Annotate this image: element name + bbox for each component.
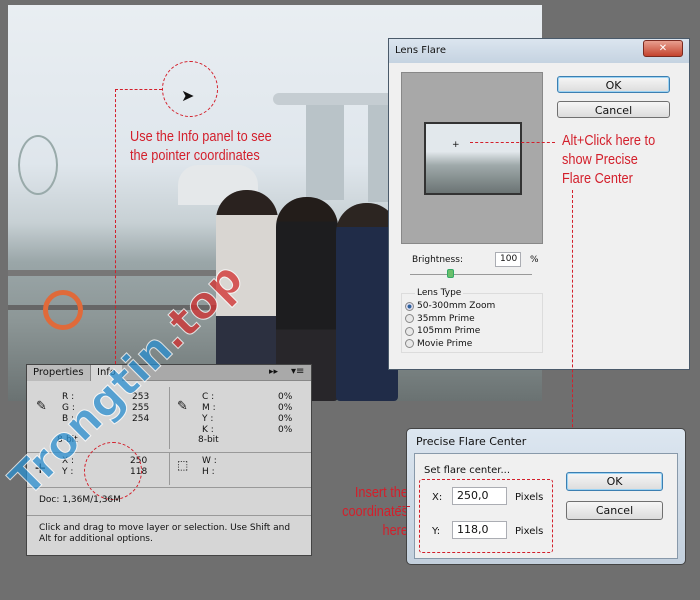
brightness-unit: % <box>530 255 539 265</box>
brightness-input[interactable]: 100 <box>495 252 521 267</box>
alt-click-leader-h <box>470 142 555 143</box>
insert-leader-line <box>398 506 410 507</box>
cmyk-labels: C :M :Y :K : <box>202 392 216 435</box>
tab-properties[interactable]: Properties <box>27 365 91 381</box>
x-label: X: <box>432 492 443 503</box>
group-label: Set flare center... <box>424 465 511 476</box>
flare-center-crosshair-icon: + <box>452 140 460 150</box>
y-label: Y: <box>432 526 441 537</box>
pointer-highlight-circle <box>162 61 218 117</box>
radio-105mm-prime[interactable]: 105mm Prime <box>405 325 495 338</box>
cancel-button[interactable]: Cancel <box>557 101 670 118</box>
y-input[interactable]: 118,0 <box>452 521 507 539</box>
x-unit: Pixels <box>515 492 544 503</box>
dialog-title: Lens Flare <box>395 45 446 56</box>
precise-flare-center-dialog: Precise Flare Center Set flare center...… <box>406 428 686 565</box>
preview-thumbnail[interactable]: + <box>424 122 522 195</box>
radio-movie-prime[interactable]: Movie Prime <box>405 338 495 351</box>
pointer-leader-line <box>115 89 116 369</box>
preview-area[interactable]: + <box>401 72 543 244</box>
selection-size-icon: ⬚ <box>177 458 189 472</box>
eyedropper-icon-cmyk[interactable]: ✎ <box>177 399 188 414</box>
collapse-icon[interactable]: ▸▸ <box>269 367 278 377</box>
insert-note: Insert the coordinates here <box>342 484 408 539</box>
brightness-slider-handle[interactable] <box>447 269 454 278</box>
cmyk-values: 0% 0% 0% 0% <box>278 392 293 435</box>
ok-button[interactable]: OK <box>557 76 670 93</box>
lens-type-label: Lens Type <box>415 288 464 298</box>
ok-button[interactable]: OK <box>566 472 663 491</box>
cancel-button[interactable]: Cancel <box>566 501 663 520</box>
brightness-label: Brightness: <box>412 255 463 265</box>
doc-size: Doc: 1,36M/1,36M <box>39 495 121 505</box>
lens-type-group: Lens Type 50-300mm Zoom 35mm Prime 105mm… <box>401 288 543 353</box>
tool-hint: Click and drag to move layer or selectio… <box>39 523 291 544</box>
radio-35mm-prime[interactable]: 35mm Prime <box>405 313 495 326</box>
brightness-slider-track[interactable] <box>410 274 532 275</box>
radio-50-300mm-zoom[interactable]: 50-300mm Zoom <box>405 300 495 313</box>
pointer-leader-line-h <box>115 89 162 90</box>
close-icon[interactable]: ✕ <box>643 40 683 57</box>
panel-menu-icon[interactable]: ▾≡ <box>291 366 304 377</box>
pointer-note: Use the Info panel to see the pointer co… <box>130 128 272 164</box>
dialog-title: Precise Flare Center <box>416 435 527 448</box>
title-bar: Lens Flare ✕ <box>389 39 689 63</box>
cmyk-bit-depth: 8-bit <box>198 435 219 445</box>
y-unit: Pixels <box>515 526 544 537</box>
x-input[interactable]: 250,0 <box>452 487 507 505</box>
lens-flare-dialog: Lens Flare ✕ + OK Cancel Brightness: 100… <box>388 38 690 370</box>
wh-labels: W :H : <box>202 456 217 477</box>
xy-highlight-circle <box>84 442 142 500</box>
alt-click-note: Alt+Click here to show Precise Flare Cen… <box>562 132 656 187</box>
eyedropper-icon[interactable]: ✎ <box>36 399 47 414</box>
